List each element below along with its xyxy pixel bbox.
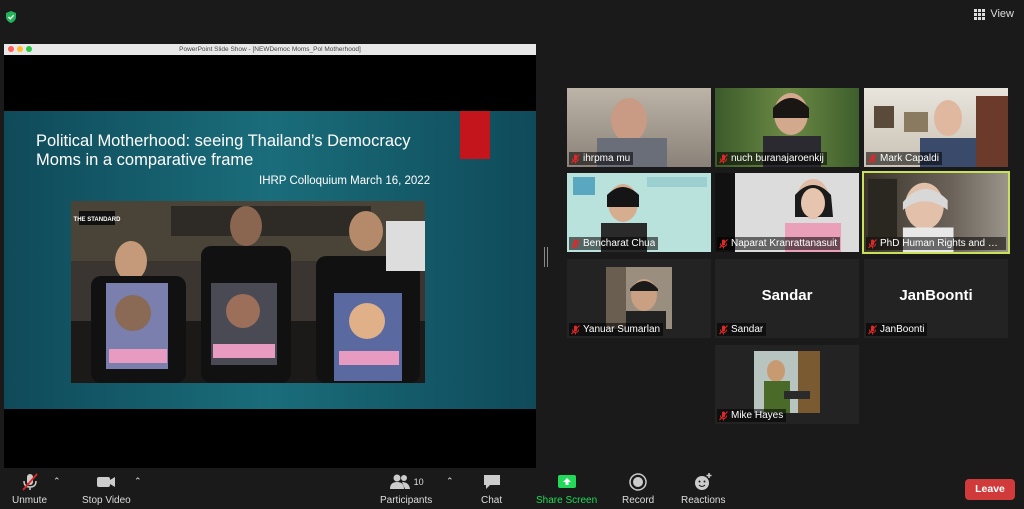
participants-button[interactable]: 10 Participants [380, 472, 432, 506]
share-screen-icon [557, 475, 576, 488]
slide-accent-block [460, 111, 490, 159]
record-label: Record [622, 495, 655, 506]
share-screen-button[interactable]: Share Screen [536, 472, 597, 506]
participant-tile[interactable]: JanBoonti JanBoonti [864, 259, 1008, 338]
mic-muted-icon [719, 153, 728, 163]
participant-name: ihrpma mu [583, 153, 631, 164]
stop-video-button[interactable]: Stop Video [82, 472, 131, 506]
shared-screen[interactable]: PowerPoint Slide Show - [NEWDemoc Moms_P… [4, 44, 536, 468]
participant-tile[interactable]: Yanuar Sumarlan [567, 259, 711, 338]
chat-button[interactable]: Chat [481, 472, 502, 506]
unmute-label: Unmute [12, 495, 48, 506]
participants-options-chevron-icon[interactable]: ⌃ [446, 476, 454, 487]
slideshow-window-title: PowerPoint Slide Show - [NEWDemoc Moms_P… [179, 46, 361, 53]
protest-photo-illustration: THE STANDARD [71, 201, 425, 383]
reactions-smiley-icon [695, 473, 712, 490]
participant-tile-active-speaker[interactable]: PhD Human Rights and Peac... [862, 171, 1010, 254]
slide-title: Political Motherhood: seeing Thailand’s … [36, 132, 411, 169]
record-button[interactable]: Record [622, 472, 654, 506]
participants-icon [389, 474, 410, 489]
close-dot-icon [8, 46, 14, 52]
participant-name: Mike Hayes [731, 410, 784, 421]
participant-tile[interactable]: nuch buranajaroenkij [715, 88, 859, 167]
participant-name: PhD Human Rights and Peac... [880, 238, 1003, 249]
audio-options-chevron-icon[interactable]: ⌃ [53, 476, 61, 487]
participant-tile[interactable]: Naparat Kranrattanasuit [715, 173, 859, 252]
mic-muted-icon [571, 324, 580, 334]
reactions-label: Reactions [681, 495, 726, 506]
share-screen-label: Share Screen [536, 495, 598, 506]
stop-video-label: Stop Video [82, 495, 131, 506]
reactions-button[interactable]: Reactions [681, 472, 725, 506]
participant-name: Yanuar Sumarlan [583, 324, 661, 335]
participants-count: 10 [413, 477, 424, 487]
zoom-meeting-window: View PowerPoint Slide Show - [NEWDemoc M… [0, 0, 1024, 509]
participant-name: Sandar [731, 324, 764, 335]
slide-subtitle: IHRP Colloquium March 16, 2022 [259, 175, 431, 187]
panel-resize-handle[interactable] [544, 247, 548, 267]
chat-bubble-icon [483, 475, 500, 489]
mic-muted-icon [719, 324, 728, 334]
slideshow-titlebar: PowerPoint Slide Show - [NEWDemoc Moms_P… [4, 44, 536, 55]
participant-avatar [606, 267, 672, 329]
mic-muted-icon [719, 410, 728, 420]
participant-tile[interactable]: Mike Hayes [715, 345, 859, 424]
participant-avatar [754, 351, 820, 413]
participant-name: Naparat Kranrattanasuit [731, 238, 838, 249]
protest-photo: THE STANDARD [71, 201, 425, 383]
chat-label: Chat [481, 495, 503, 506]
mic-muted-icon [571, 153, 580, 163]
encryption-shield-icon[interactable] [4, 10, 18, 24]
minimize-dot-icon [17, 46, 23, 52]
mic-muted-icon [571, 238, 580, 248]
participant-display-name: JanBoonti [899, 287, 973, 304]
participant-display-name: Sandar [761, 287, 813, 304]
participant-name: Mark Capaldi [880, 153, 939, 164]
unmute-button[interactable]: Unmute [12, 472, 47, 506]
video-camera-icon [97, 477, 116, 487]
mic-muted-icon [719, 238, 728, 248]
mic-muted-icon [21, 473, 38, 491]
photo-brand-logo: THE STANDARD [74, 217, 122, 223]
participant-tile[interactable]: ihrpma mu [567, 88, 711, 167]
view-button[interactable]: View [974, 8, 1014, 20]
participant-name: Bencharat Chua [583, 238, 656, 249]
participants-label: Participants [380, 495, 433, 506]
participant-tile[interactable]: Mark Capaldi [864, 88, 1008, 167]
grid-icon [974, 8, 986, 20]
meeting-toolbar: Unmute ⌃ Stop Video ⌃ 10 Participants ⌃ … [0, 470, 1024, 509]
view-label: View [990, 8, 1014, 20]
mic-muted-icon [868, 153, 877, 163]
mic-muted-icon [868, 324, 877, 334]
video-options-chevron-icon[interactable]: ⌃ [134, 476, 142, 487]
participant-name: JanBoonti [880, 324, 925, 335]
presentation-slide: Political Motherhood: seeing Thailand’s … [4, 111, 536, 409]
participant-tile[interactable]: Bencharat Chua [567, 173, 711, 252]
maximize-dot-icon [26, 46, 32, 52]
leave-meeting-button[interactable]: Leave [965, 479, 1015, 500]
record-icon [629, 473, 647, 491]
participant-tile[interactable]: Sandar Sandar [715, 259, 859, 338]
participant-name: nuch buranajaroenkij [731, 153, 824, 164]
mic-muted-icon [868, 238, 877, 248]
